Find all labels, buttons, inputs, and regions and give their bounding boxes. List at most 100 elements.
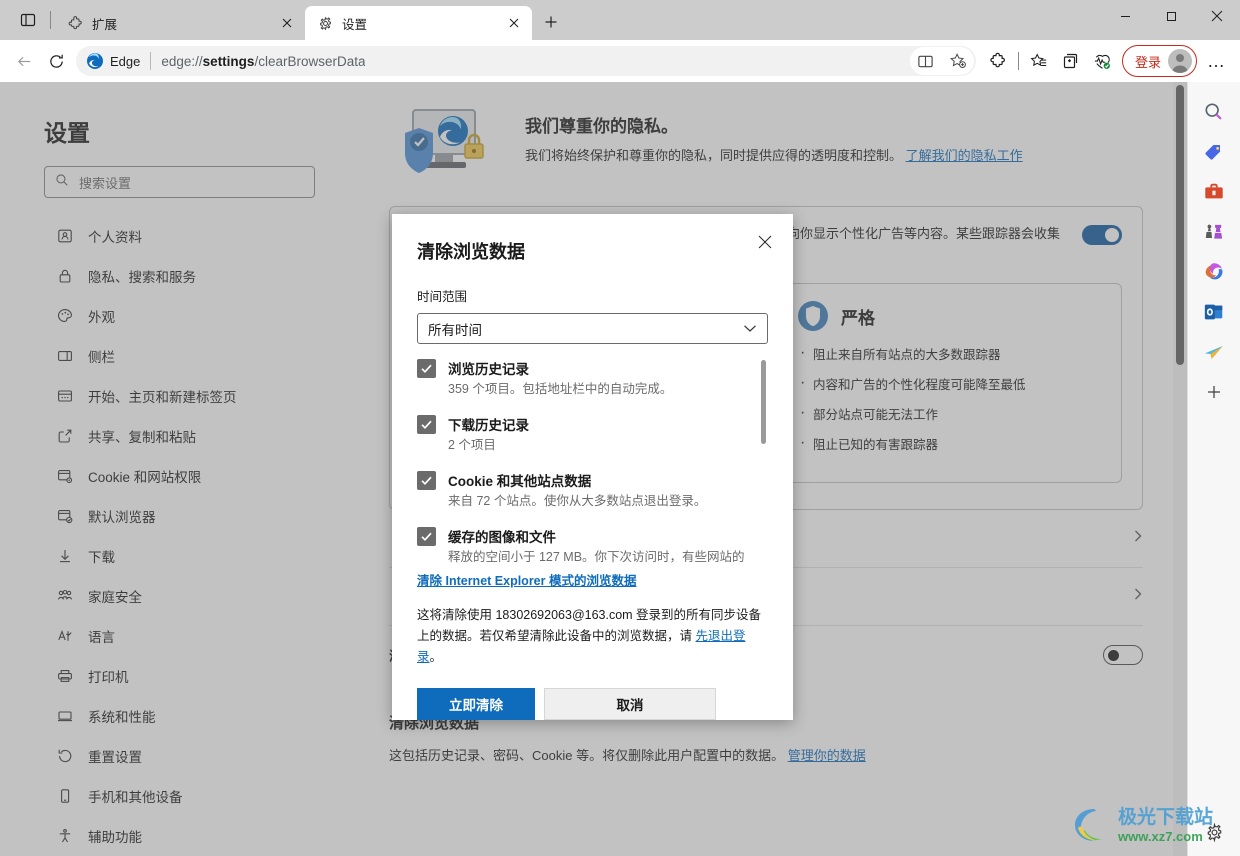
time-range-select[interactable]: 所有时间	[417, 313, 768, 345]
sidebar-item-sidebar[interactable]: 侧栏	[0, 336, 345, 376]
page-scrollbar-thumb[interactable]	[1176, 85, 1184, 365]
close-icon[interactable]	[504, 13, 524, 33]
sidebar-item-share[interactable]: 共享、复制和粘贴	[0, 416, 345, 456]
tier-bullet: 内容和广告的个性化程度可能降至最低	[797, 373, 1103, 395]
sidebar-item-privacy[interactable]: 隐私、搜索和服务	[0, 256, 345, 296]
titlebar-divider	[50, 11, 51, 29]
time-range-value: 所有时间	[428, 322, 482, 338]
dialog-scrollbar[interactable]	[761, 360, 766, 566]
chevron-right-icon	[1133, 586, 1143, 607]
sidebar-item-label: 共享、复制和粘贴	[88, 430, 196, 445]
sidebar-item-default-browser[interactable]: 默认浏览器	[0, 496, 345, 536]
add-sidebar-app-button[interactable]	[1198, 376, 1230, 408]
page-body: 设置 搜索设置 个人资料 隐私、搜索和服务 外观 侧栏 开始、主页和新建标签页 …	[0, 82, 1240, 856]
watermark-logo-icon	[1075, 809, 1101, 841]
tab-extensions[interactable]: 扩展	[55, 6, 305, 40]
sidebar-item-phone[interactable]: 手机和其他设备	[0, 776, 345, 816]
tab-list-icon[interactable]	[10, 3, 46, 37]
shopping-tag-icon[interactable]	[1198, 136, 1230, 168]
tier-strict[interactable]: 严格 阻止来自所有站点的大多数跟踪器 内容和广告的个性化程度可能降至最低 部分站…	[778, 283, 1122, 483]
split-screen-icon[interactable]	[910, 45, 942, 77]
new-tab-button[interactable]	[536, 7, 566, 37]
checkbox-label: 浏览历史记录	[448, 362, 529, 378]
page-title: 设置	[44, 120, 90, 146]
sidebar-item-accessibility[interactable]: 辅助功能	[0, 816, 345, 856]
checkbox-checked-icon[interactable]	[417, 527, 436, 547]
sidebar-item-startpage[interactable]: 开始、主页和新建标签页	[0, 376, 345, 416]
accessibility-icon	[56, 827, 74, 845]
games-chess-icon[interactable]	[1198, 216, 1230, 248]
sidebar-item-reset[interactable]: 重置设置	[0, 736, 345, 776]
omnibox-url[interactable]: edge://settings/clearBrowserData	[161, 54, 365, 69]
close-button[interactable]	[1194, 0, 1240, 32]
clear-now-button[interactable]: 立即清除	[417, 688, 535, 720]
site-watermark: 极光下载站 www.xz7.com	[1072, 800, 1222, 850]
close-icon[interactable]	[277, 13, 297, 33]
search-magnifier-icon[interactable]	[1198, 96, 1230, 128]
sidebar-item-family[interactable]: 家庭安全	[0, 576, 345, 616]
sidebar-item-downloads[interactable]: 下载	[0, 536, 345, 576]
page-scrollbar[interactable]	[1173, 82, 1187, 856]
download-icon	[56, 547, 74, 565]
checkbox-text: 下载历史记录 2 个项目	[448, 414, 529, 454]
browser-essentials-icon[interactable]	[1087, 45, 1119, 77]
maximize-button[interactable]	[1148, 0, 1194, 32]
collections-icon[interactable]	[1055, 45, 1087, 77]
inprivate-strict-toggle[interactable]	[1103, 645, 1143, 665]
checkbox-download-history[interactable]: 下载历史记录 2 个项目	[417, 414, 754, 454]
reload-icon[interactable]	[40, 45, 72, 77]
privacy-learn-link[interactable]: 了解我们的隐私工作	[906, 148, 1023, 163]
tier-bullet: 阻止已知的有害跟踪器	[797, 433, 1103, 455]
checkbox-sublabel: 2 个项目	[448, 438, 496, 453]
sidebar-item-label: 下载	[88, 550, 115, 565]
checkbox-cached-files[interactable]: 缓存的图像和文件 释放的空间小于 127 MB。你下次访问时，有些网站的加载	[417, 526, 754, 566]
sidebar-item-cookies[interactable]: Cookie 和网站权限	[0, 456, 345, 496]
search-input[interactable]: 搜索设置	[44, 166, 315, 198]
checkbox-checked-icon[interactable]	[417, 415, 436, 435]
privacy-shield-monitor-icon	[389, 104, 501, 184]
sidebar-item-languages[interactable]: 语言	[0, 616, 345, 656]
home-page-icon	[56, 387, 74, 405]
minimize-button[interactable]	[1102, 0, 1148, 32]
signin-button[interactable]: 登录	[1121, 45, 1197, 77]
clear-ie-mode-link[interactable]: 清除 Internet Explorer 模式的浏览数据	[417, 570, 768, 589]
extensions-puzzle-icon[interactable]	[982, 45, 1014, 77]
tab-settings[interactable]: 设置	[305, 6, 532, 40]
checkbox-checked-icon[interactable]	[417, 359, 436, 379]
address-bar[interactable]: Edge edge://settings/clearBrowserData	[76, 46, 976, 76]
sidebar-item-label: 手机和其他设备	[88, 790, 183, 805]
close-icon[interactable]	[751, 228, 779, 256]
add-favorite-star-icon[interactable]	[942, 45, 974, 77]
window-controls	[1102, 0, 1240, 40]
hero-body-text: 我们将始终保护和尊重你的隐私，同时提供应得的透明度和控制。	[525, 148, 906, 163]
dialog-title: 清除浏览数据	[417, 242, 525, 262]
checkbox-checked-icon[interactable]	[417, 471, 436, 491]
hero-body: 我们将始终保护和尊重你的隐私，同时提供应得的透明度和控制。 了解我们的隐私工作	[525, 145, 1145, 166]
hero-text: 我们尊重你的隐私。 我们将始终保护和尊重你的隐私，同时提供应得的透明度和控制。 …	[525, 104, 1145, 184]
sidebar-item-label: 开始、主页和新建标签页	[88, 390, 237, 405]
more-options-button[interactable]: …	[1200, 45, 1232, 77]
checkbox-browsing-history[interactable]: 浏览历史记录 359 个项目。包括地址栏中的自动完成。	[417, 358, 754, 398]
office-icon[interactable]	[1198, 256, 1230, 288]
favorites-list-icon[interactable]	[1023, 45, 1055, 77]
checkbox-sublabel: 释放的空间小于 127 MB。你下次访问时，有些网站的加载	[448, 550, 745, 565]
outlook-icon[interactable]	[1198, 296, 1230, 328]
sidebar-item-appearance[interactable]: 外观	[0, 296, 345, 336]
back-arrow-icon[interactable]	[8, 45, 40, 77]
dialog-scrollbar-thumb[interactable]	[761, 360, 766, 445]
title-bar: 扩展 设置	[0, 0, 1240, 40]
sidebar-item-printers[interactable]: 打印机	[0, 656, 345, 696]
tools-briefcase-icon[interactable]	[1198, 176, 1230, 208]
section-body-text: 这包括历史记录、密码、Cookie 等。将仅删除此用户配置中的数据。	[389, 748, 785, 763]
sidebar-item-system[interactable]: 系统和性能	[0, 696, 345, 736]
manage-data-link[interactable]: 管理你的数据	[788, 748, 866, 763]
edge-sidebar	[1187, 82, 1240, 856]
cancel-button[interactable]: 取消	[544, 688, 716, 720]
shield-strict-icon	[797, 300, 829, 332]
sync-note-part2: 。	[429, 650, 443, 664]
sidebar-item-label: 侧栏	[88, 350, 115, 365]
sidebar-item-profile[interactable]: 个人资料	[0, 216, 345, 256]
paper-plane-icon[interactable]	[1198, 336, 1230, 368]
tracking-prevention-toggle[interactable]	[1082, 225, 1122, 245]
checkbox-cookies[interactable]: Cookie 和其他站点数据 来自 72 个站点。使你从大多数站点退出登录。	[417, 470, 754, 510]
